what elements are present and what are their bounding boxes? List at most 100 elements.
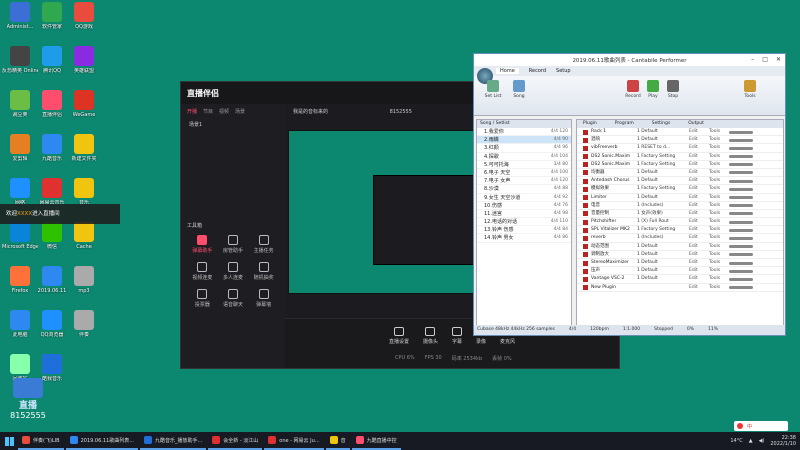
edit-button[interactable]: Edit <box>689 243 709 250</box>
live-tab[interactable]: 场景 <box>235 108 245 115</box>
setlist-item[interactable]: 6.电子 天空 4/4 100 <box>477 169 571 178</box>
edit-button[interactable]: Edit <box>689 251 709 258</box>
enable-checkbox[interactable] <box>583 129 588 135</box>
plugin-row[interactable]: Rack 1 1 Default Edit Tools <box>577 128 783 137</box>
setlist-item[interactable]: 1.我爱你 4/4 120 <box>477 128 571 137</box>
setlist-item[interactable]: 5.可可托海 3/4 80 <box>477 161 571 169</box>
taskbar-item[interactable]: 2019.06.11歌曲列表... <box>65 432 138 450</box>
desktop-icon[interactable]: 爱剪辑 <box>2 134 38 178</box>
edit-button[interactable]: Edit <box>689 161 709 168</box>
plugin-row[interactable]: 调制放大 1 Default Edit Tools <box>577 251 783 259</box>
gain-slider[interactable] <box>729 253 753 257</box>
desktop-icon[interactable]: Microsoft Edge <box>2 222 38 266</box>
enable-checkbox[interactable] <box>583 186 588 192</box>
enable-checkbox[interactable] <box>583 137 588 143</box>
gain-slider[interactable] <box>729 277 753 281</box>
live-tab[interactable]: 节目 <box>203 108 213 115</box>
tools-button[interactable]: Tools <box>709 169 729 176</box>
tools-button[interactable]: Tools <box>709 251 729 258</box>
setlist-item[interactable]: 9.女生 天空沙道 4/4 92 <box>477 194 571 202</box>
setlist-item[interactable]: 10.伤感 4/4 76 <box>477 202 571 210</box>
gain-slider[interactable] <box>729 130 753 134</box>
setlist-item[interactable]: 13.铃声 伤感 4/4 84 <box>477 226 571 235</box>
taskbar-item[interactable]: 会全新 - 淡江山 <box>208 432 263 450</box>
tools-button[interactable]: Tools <box>709 194 729 201</box>
enable-checkbox[interactable] <box>583 162 588 168</box>
edit-button[interactable]: Edit <box>689 202 709 209</box>
taskbar-item[interactable]: 伴奏(飞)LIB <box>18 432 64 450</box>
network-icon[interactable]: ▲ <box>749 438 753 444</box>
gain-slider[interactable] <box>729 138 753 142</box>
plugin-row[interactable]: Antedash Chorus 1 Default Edit Tools <box>577 177 783 186</box>
enable-checkbox[interactable] <box>583 244 588 250</box>
tools-button[interactable]: Tools <box>709 177 729 184</box>
weather-temp[interactable]: 14°C <box>730 438 742 444</box>
enable-checkbox[interactable] <box>583 285 588 291</box>
start-button[interactable] <box>0 432 18 450</box>
enable-checkbox[interactable] <box>583 145 588 151</box>
ribbon-tab[interactable]: Home <box>496 68 519 74</box>
desktop-icon[interactable]: 新建文件夹 <box>66 134 102 178</box>
plugin-row[interactable]: StereoMaximizer 1 Default Edit Tools <box>577 259 783 268</box>
desktop-icon[interactable]: 直播伴侣 <box>34 90 70 134</box>
cantabile-window[interactable]: 2019.06.11歌曲列表 - Cantabile Performer – □ ✕… <box>473 53 786 336</box>
room-title[interactable]: 我是的音标来的 <box>293 109 328 115</box>
tools-button[interactable]: Tools <box>709 267 729 274</box>
enable-checkbox[interactable] <box>583 211 588 217</box>
tools-button[interactable]: Tools <box>709 161 729 168</box>
enable-checkbox[interactable] <box>583 252 588 258</box>
edit-button[interactable]: Edit <box>689 267 709 274</box>
desktop-icon[interactable]: 英雄联盟 <box>66 46 102 90</box>
tool-item[interactable]: 弹幕助手 <box>187 235 218 254</box>
taskbar-item[interactable]: 九酷直播中控 <box>351 432 401 450</box>
tools-button[interactable]: Tools <box>709 185 729 192</box>
window-control-icon[interactable]: ✕ <box>776 56 781 63</box>
tools-button[interactable]: Tools <box>709 259 729 266</box>
tool-item[interactable]: 语音聊天 <box>218 289 249 308</box>
edit-button[interactable]: Edit <box>689 234 709 241</box>
gain-slider[interactable] <box>729 146 753 150</box>
edit-button[interactable]: Edit <box>689 226 709 233</box>
tools-button[interactable]: Tools <box>709 275 729 282</box>
bottom-button[interactable]: 直播设置 <box>389 327 409 345</box>
edit-button[interactable]: Edit <box>689 136 709 143</box>
enable-checkbox[interactable] <box>583 154 588 160</box>
gain-slider[interactable] <box>729 187 753 191</box>
tool-item[interactable]: 随机抽奖 <box>248 262 279 281</box>
enable-checkbox[interactable] <box>583 235 588 241</box>
tool-item[interactable]: 投票器 <box>187 289 218 308</box>
gain-slider[interactable] <box>729 155 753 159</box>
enable-checkbox[interactable] <box>583 203 588 209</box>
edit-button[interactable]: Edit <box>689 169 709 176</box>
ribbon-button[interactable]: Record <box>622 80 644 108</box>
enable-checkbox[interactable] <box>583 170 588 176</box>
edit-button[interactable]: Edit <box>689 185 709 192</box>
tool-item[interactable]: 房管助手 <box>218 235 249 254</box>
plugin-row[interactable]: DS2 Sonic.Maxim 1 Factory Setting Edit Tool… <box>577 153 783 161</box>
enable-checkbox[interactable] <box>583 195 588 200</box>
enable-checkbox[interactable] <box>583 276 588 282</box>
plugin-row[interactable]: 压声 1 Default Edit Tools <box>577 267 783 276</box>
tools-button[interactable]: Tools <box>709 128 729 135</box>
tools-button[interactable]: Tools <box>709 218 729 225</box>
tools-button[interactable]: Tools <box>709 202 729 209</box>
edit-button[interactable]: Edit <box>689 128 709 135</box>
plugin-row[interactable]: Pitchshifter 1 (X) Full Rout Edit Tools <box>577 218 783 227</box>
tools-button[interactable]: Tools <box>709 136 729 143</box>
edit-button[interactable]: Edit <box>689 259 709 266</box>
tool-item[interactable]: 弹幕墙 <box>248 289 279 308</box>
plugin-row[interactable]: 音量控制 1 女声(效果) Edit Tools <box>577 210 783 219</box>
plugin-row[interactable]: 电音 1 (Includes) Edit Tools <box>577 202 783 210</box>
edit-button[interactable]: Edit <box>689 194 709 201</box>
gain-slider[interactable] <box>729 269 753 273</box>
ribbon-tab[interactable]: Setup <box>556 68 571 74</box>
setlist-item[interactable]: 3.红颜 4/4 96 <box>477 144 571 153</box>
tool-item[interactable]: 多人连麦 <box>218 262 249 281</box>
plugin-row[interactable]: New Plugin Edit Tools <box>577 284 783 292</box>
desktop-icon[interactable]: 2019.06.11 <box>34 266 70 310</box>
desktop-icon[interactable]: 此电脑 <box>2 310 38 354</box>
setlist-item[interactable]: 11.迷宫 4/4 98 <box>477 210 571 219</box>
plugin-row[interactable]: 混响 1 Default Edit Tools <box>577 136 783 145</box>
desktop-icon[interactable]: WeGame <box>66 90 102 134</box>
tools-button[interactable]: Tools <box>709 243 729 250</box>
